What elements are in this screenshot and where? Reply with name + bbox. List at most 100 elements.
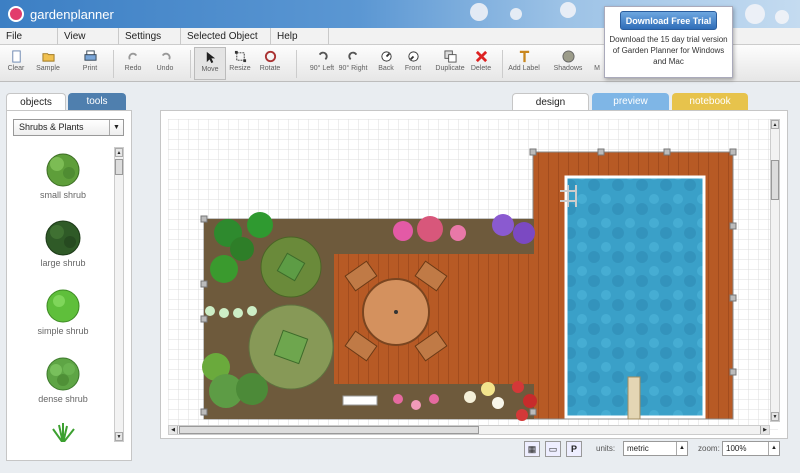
design-canvas-panel: ▲ ▼ ◀ ▶ [160, 110, 788, 439]
chevron-up-icon[interactable]: ▲ [676, 442, 687, 455]
redo-button[interactable]: Redo [117, 47, 149, 72]
tab-design[interactable]: design [512, 93, 589, 111]
plant-dense-shrub[interactable]: dense shrub [13, 355, 113, 404]
move-button[interactable]: Move [194, 47, 226, 80]
grid-toggle-button[interactable]: ▦ [524, 441, 540, 457]
scroll-up-icon[interactable]: ▲ [115, 148, 123, 157]
scroll-down-icon[interactable]: ▼ [115, 432, 123, 441]
zoom-select[interactable]: 100% ▲ [722, 441, 780, 456]
p-toggle-button[interactable]: P [566, 441, 582, 457]
plant-list-scrollbar[interactable]: ▲ ▼ [114, 147, 124, 442]
blossom-decoration [775, 10, 789, 24]
units-select[interactable]: metric ▲ [623, 441, 688, 456]
scroll-thumb[interactable] [179, 426, 479, 434]
plant-list: small shrub large shrub simple shrub den… [13, 147, 113, 442]
open-folder-icon [41, 53, 55, 62]
text-icon [519, 50, 529, 63]
grid-icon: ▦ [527, 444, 537, 454]
blossom-decoration [745, 4, 765, 24]
duplicate-button[interactable]: Duplicate [434, 47, 466, 72]
menu-settings[interactable]: Settings [119, 28, 181, 45]
blossom-decoration [560, 2, 576, 18]
scroll-thumb[interactable] [771, 160, 779, 200]
canvas-horizontal-scrollbar[interactable]: ◀ ▶ [168, 425, 770, 435]
cursor-icon [206, 51, 215, 64]
download-trial-button[interactable]: Download Free Trial [620, 11, 717, 30]
rotate-button[interactable]: Rotate [254, 47, 286, 72]
plant-large-shrub[interactable]: large shrub [13, 219, 113, 268]
diving-board [627, 376, 641, 420]
tab-tools[interactable]: tools [68, 93, 126, 110]
scroll-right-icon[interactable]: ▶ [760, 426, 769, 434]
small-shrub-icon [46, 153, 80, 187]
zoom-value: 100% [726, 444, 747, 453]
tab-preview[interactable]: preview [592, 93, 669, 110]
clear-icon [11, 50, 21, 63]
plant-grass[interactable] [13, 423, 113, 442]
bring-front-button[interactable]: Front [397, 47, 429, 72]
menu-view[interactable]: View [58, 28, 119, 45]
toolbar-separator [296, 50, 297, 78]
undo-button[interactable]: Undo [149, 47, 181, 72]
promo-text: Download the 15 day trial version of Gar… [609, 35, 728, 66]
app-title: gardenplanner [30, 7, 114, 22]
scroll-thumb[interactable] [115, 159, 123, 175]
garden-bench[interactable] [342, 395, 378, 406]
toolbar-separator [190, 50, 191, 78]
status-bar: ▦ ▭ P units: metric ▲ zoom: 100% ▲ [520, 440, 790, 462]
menu-selected-object[interactable]: Selected Object [181, 28, 271, 45]
trial-promo-popup: Download Free Trial Download the 15 day … [604, 6, 733, 78]
tab-notebook[interactable]: notebook [672, 93, 748, 110]
redo-icon [127, 52, 137, 60]
print-button[interactable]: Print [74, 47, 106, 72]
menu-help[interactable]: Help [271, 28, 329, 45]
add-label-button[interactable]: Add Label [508, 47, 540, 72]
dense-shrub-icon [46, 357, 80, 391]
category-select[interactable]: Shrubs & Plants ▼ [13, 119, 124, 136]
print-icon [83, 50, 97, 61]
toolbar-hidden-button[interactable]: M [590, 47, 604, 72]
ruler-icon: ▭ [548, 444, 558, 454]
blossom-decoration [510, 8, 522, 20]
scroll-left-icon[interactable]: ◀ [169, 426, 178, 434]
bring-front-icon [407, 51, 419, 62]
toolbar-separator [113, 50, 114, 78]
canvas-vertical-scrollbar[interactable]: ▲ ▼ [770, 119, 780, 422]
scroll-up-icon[interactable]: ▲ [771, 120, 779, 129]
garden-canvas[interactable] [168, 119, 778, 431]
scroll-down-icon[interactable]: ▼ [771, 412, 779, 421]
duplicate-icon [443, 50, 457, 63]
plant-small-shrub[interactable]: small shrub [13, 151, 113, 200]
app-logo-icon [8, 6, 24, 22]
rotate-icon [264, 50, 276, 63]
delete-button[interactable]: Delete [465, 47, 497, 72]
units-value: metric [627, 444, 649, 453]
simple-shrub-icon [46, 289, 80, 323]
resize-button[interactable]: Resize [224, 47, 256, 72]
units-label: units: [596, 444, 616, 453]
rotate-90-left-button[interactable]: 90° Left [306, 47, 338, 72]
delete-icon [475, 50, 487, 63]
toolbar-separator [502, 50, 503, 78]
large-shrub-icon [45, 220, 81, 256]
zoom-label: zoom: [698, 444, 720, 453]
shadows-button[interactable]: Shadows [552, 47, 584, 72]
category-select-value: Shrubs & Plants [19, 122, 84, 132]
undo-icon [161, 52, 171, 60]
rotate-90-right-button[interactable]: 90° Right [337, 47, 369, 72]
resize-icon [234, 50, 246, 63]
chevron-down-icon[interactable]: ▼ [109, 120, 123, 135]
sample-button[interactable]: Sample [32, 47, 64, 72]
clear-button[interactable]: Clear [0, 47, 32, 72]
objects-panel: Shrubs & Plants ▼ small shrub large shru… [6, 110, 132, 461]
grass-icon [52, 423, 75, 442]
ruler-toggle-button[interactable]: ▭ [545, 441, 561, 457]
menu-file[interactable]: File [0, 28, 58, 45]
send-back-icon [380, 51, 392, 62]
rotate-right-icon [347, 51, 357, 61]
tab-objects[interactable]: objects [6, 93, 66, 111]
shadow-icon [561, 50, 575, 63]
plant-simple-shrub[interactable]: simple shrub [13, 287, 113, 336]
blossom-decoration [470, 3, 488, 21]
chevron-up-icon[interactable]: ▲ [768, 442, 779, 455]
